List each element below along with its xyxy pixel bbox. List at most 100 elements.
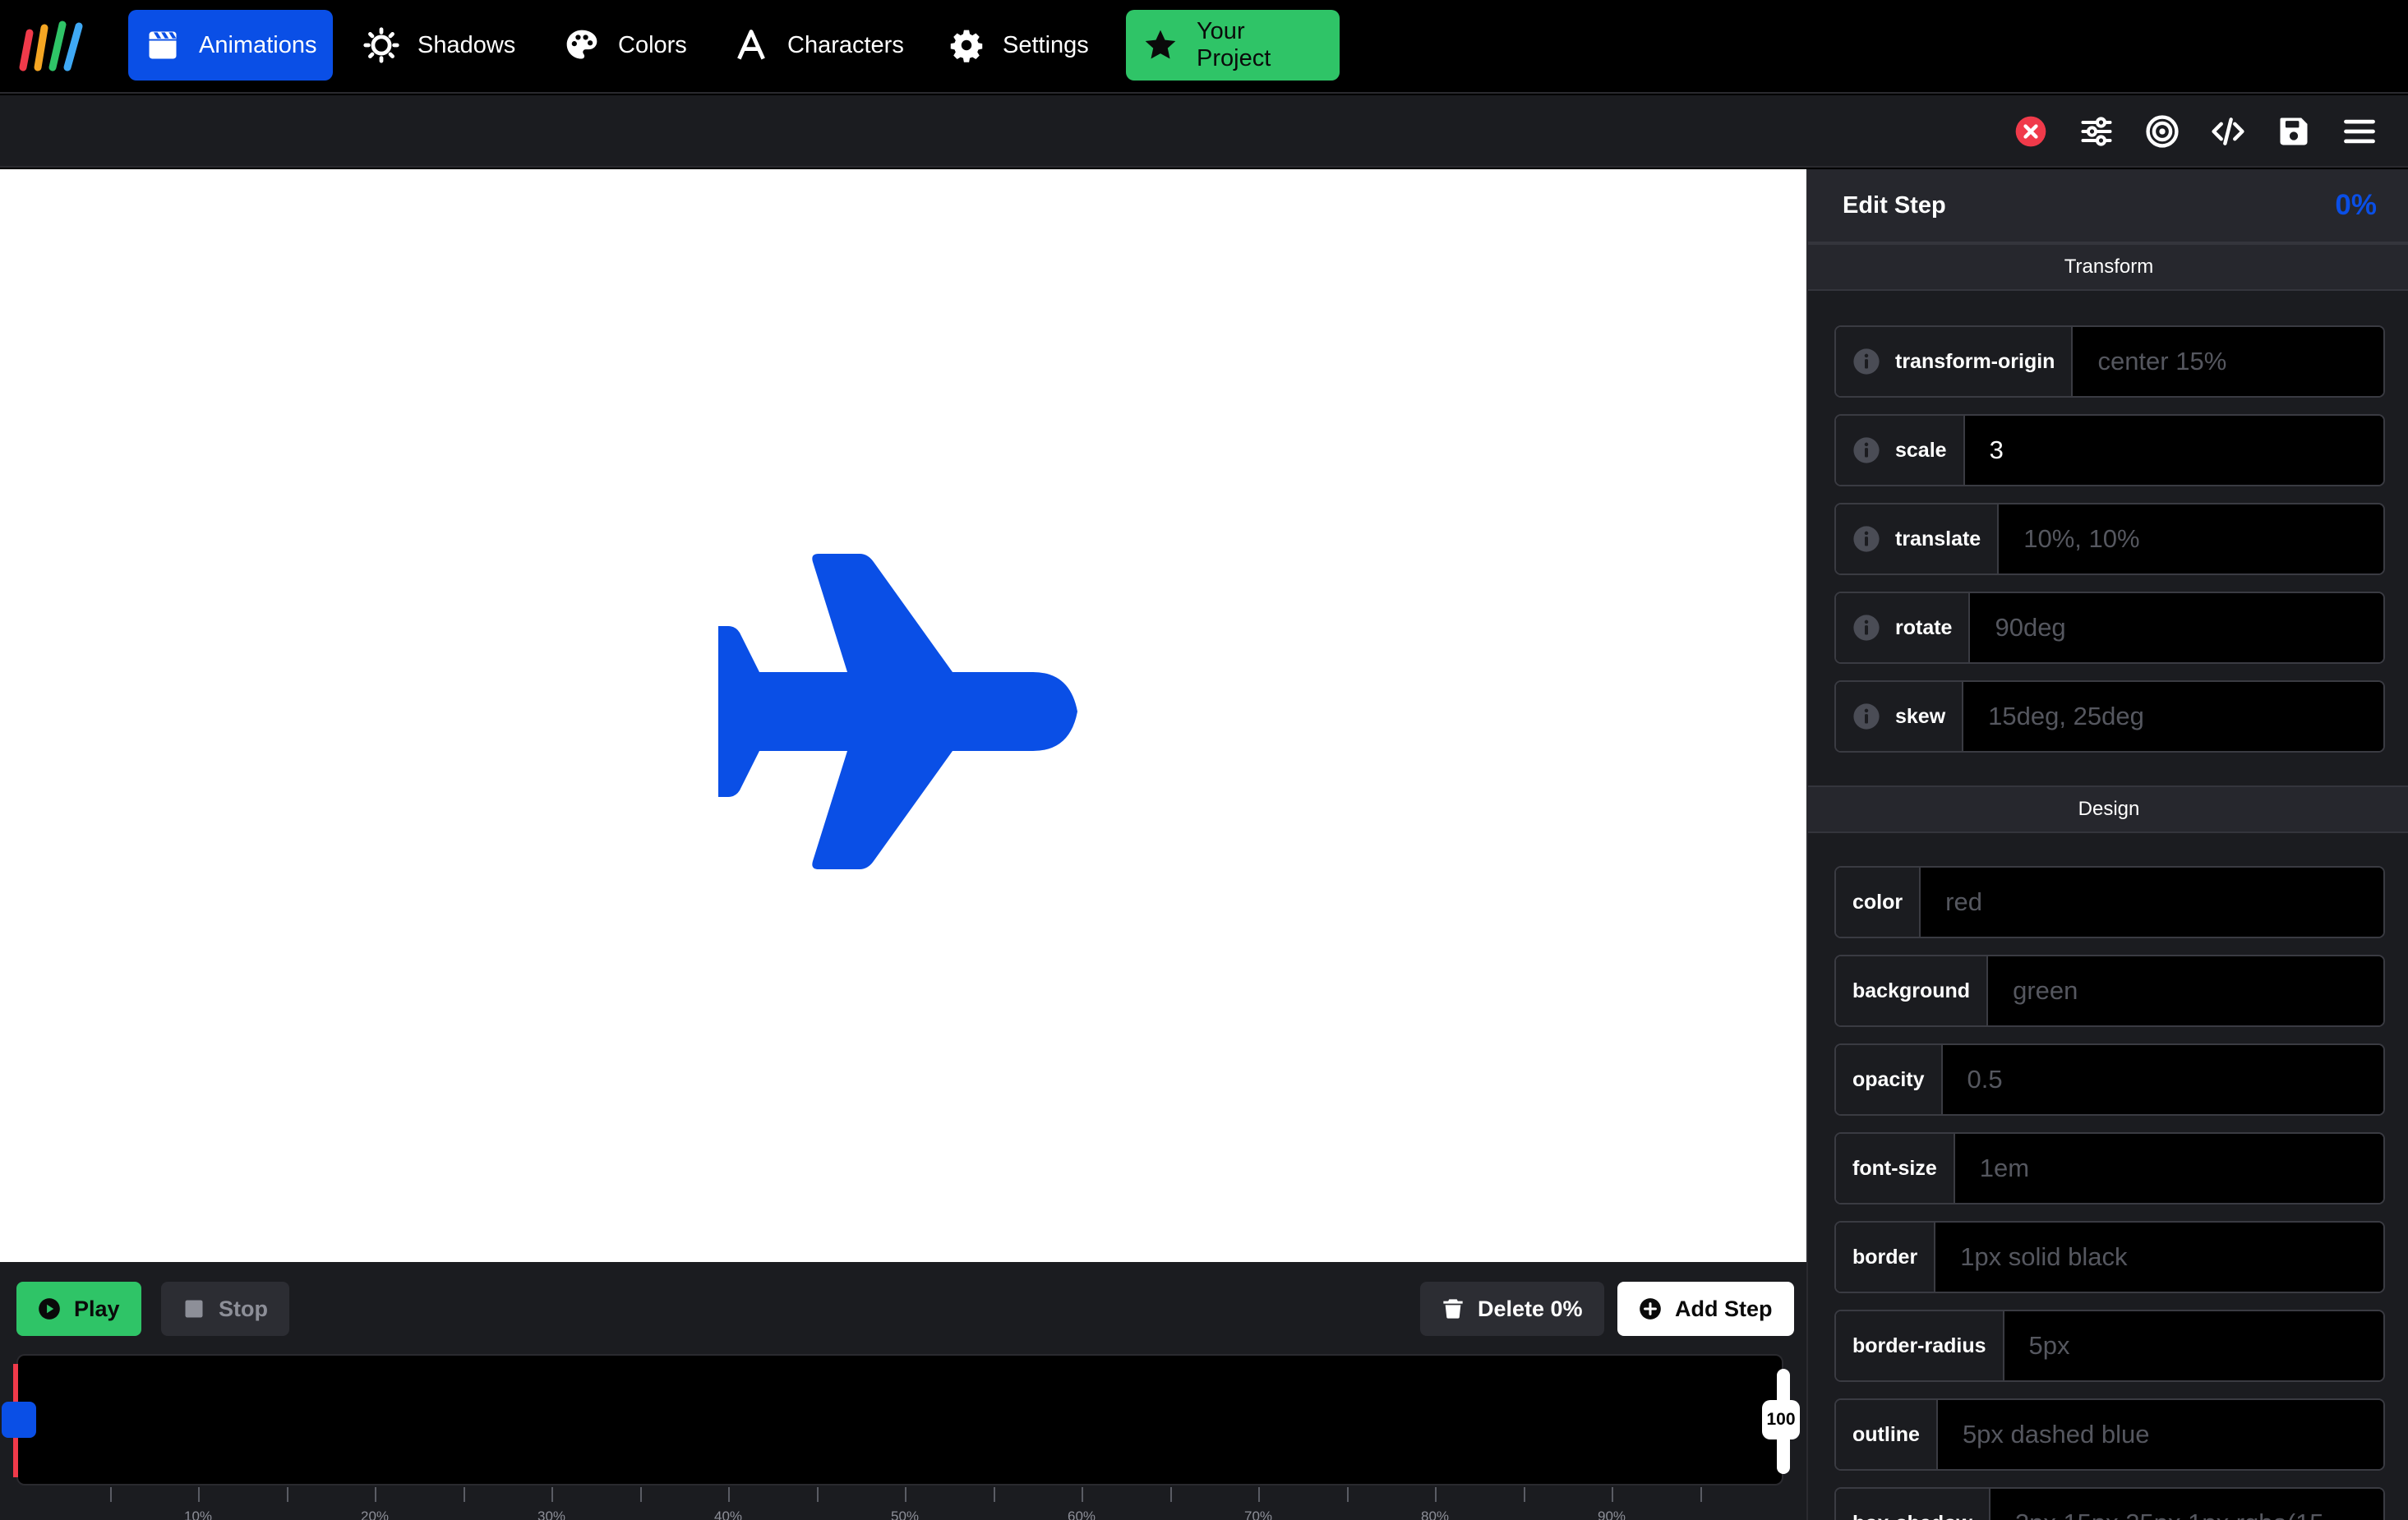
property-input[interactable] bbox=[1999, 504, 2383, 573]
timeline-tick bbox=[1169, 1487, 1172, 1502]
nav-settings[interactable]: Settings bbox=[932, 10, 1105, 81]
timeline-tick-label: 60% bbox=[1067, 1508, 1096, 1520]
property-field: skew bbox=[1834, 680, 2385, 753]
property-label: border-radius bbox=[1836, 1311, 2004, 1380]
add-step-button[interactable]: Add Step bbox=[1617, 1282, 1794, 1336]
trash-icon bbox=[1443, 1299, 1463, 1319]
nav-label: Settings bbox=[1003, 31, 1089, 58]
play-button[interactable]: Play bbox=[16, 1282, 141, 1336]
property-label: scale bbox=[1836, 416, 1965, 485]
property-field: transform-origin bbox=[1834, 325, 2385, 398]
property-name: color bbox=[1852, 890, 1903, 914]
property-input[interactable] bbox=[1942, 1045, 2383, 1114]
property-input[interactable] bbox=[1970, 593, 2383, 662]
sliders-icon bbox=[2081, 117, 2112, 146]
timeline-tick-label: 50% bbox=[890, 1508, 920, 1520]
info-icon[interactable] bbox=[1852, 436, 1880, 464]
property-name: background bbox=[1852, 979, 1971, 1002]
property-input[interactable] bbox=[1954, 1134, 2383, 1203]
property-field: outline bbox=[1834, 1398, 2385, 1471]
play-label: Play bbox=[74, 1296, 120, 1321]
timeline-tick-label: 80% bbox=[1420, 1508, 1450, 1520]
timeline-tick bbox=[993, 1487, 995, 1502]
property-input[interactable] bbox=[1990, 1489, 2383, 1520]
close-button[interactable] bbox=[2010, 111, 2051, 152]
toolbar bbox=[0, 95, 2408, 168]
adjustments-button[interactable] bbox=[2076, 111, 2117, 152]
timeline-tick bbox=[728, 1487, 730, 1502]
property-name: opacity bbox=[1852, 1067, 1925, 1091]
nav-characters[interactable]: Characters bbox=[717, 10, 920, 81]
timeline-tick bbox=[286, 1487, 288, 1502]
timeline-tick bbox=[639, 1487, 642, 1502]
property-field: border bbox=[1834, 1221, 2385, 1293]
plus-circle-icon bbox=[1640, 1298, 1661, 1320]
close-circle-icon bbox=[2015, 116, 2046, 147]
menu-button[interactable] bbox=[2339, 111, 2380, 152]
nav-label: Your Project bbox=[1197, 18, 1271, 71]
stop-button[interactable]: Stop bbox=[161, 1282, 289, 1336]
letter-a-icon bbox=[737, 30, 765, 60]
property-input[interactable] bbox=[2004, 1311, 2383, 1380]
target-button[interactable] bbox=[2142, 111, 2183, 152]
property-name: translate bbox=[1895, 527, 1981, 550]
property-name: skew bbox=[1895, 704, 1946, 728]
design-section-header: Design bbox=[1808, 785, 2408, 833]
timeline-tick-label: 20% bbox=[360, 1508, 390, 1520]
timeline: Play Stop Delete 0% Add Step 100 bbox=[0, 1262, 1806, 1520]
property-input[interactable] bbox=[2073, 327, 2383, 396]
info-icon[interactable] bbox=[1852, 525, 1880, 553]
timeline-tick bbox=[1435, 1487, 1437, 1502]
clapperboard-icon bbox=[149, 31, 177, 59]
save-button[interactable] bbox=[2273, 111, 2314, 152]
info-icon[interactable] bbox=[1852, 614, 1880, 642]
timeline-tick bbox=[905, 1487, 906, 1502]
info-icon[interactable] bbox=[1852, 348, 1880, 375]
info-icon[interactable] bbox=[1852, 702, 1880, 730]
timeline-tick bbox=[463, 1487, 465, 1502]
property-input[interactable] bbox=[1935, 1223, 2383, 1292]
property-input[interactable] bbox=[1964, 416, 2383, 485]
timeline-tick bbox=[109, 1487, 112, 1502]
property-field: font-size bbox=[1834, 1132, 2385, 1204]
timeline-tick-label: 10% bbox=[183, 1508, 213, 1520]
app-logo[interactable] bbox=[13, 16, 89, 76]
nav-label: Characters bbox=[787, 31, 904, 58]
property-label: background bbox=[1836, 956, 1989, 1025]
play-icon bbox=[39, 1298, 60, 1320]
timeline-tick-label: 70% bbox=[1243, 1508, 1273, 1520]
top-nav: Animations Shadows Colors Characters Set… bbox=[0, 0, 2408, 94]
step-marker-handle[interactable] bbox=[2, 1402, 36, 1438]
timeline-tick-label: 40% bbox=[713, 1508, 743, 1520]
property-label: border bbox=[1836, 1223, 1936, 1292]
airplane-icon[interactable] bbox=[718, 554, 1080, 874]
save-icon bbox=[2280, 117, 2308, 145]
property-field: opacity bbox=[1834, 1043, 2385, 1116]
property-input[interactable] bbox=[1937, 1400, 2383, 1469]
delete-step-button[interactable]: Delete 0% bbox=[1420, 1282, 1604, 1336]
timeline-tick bbox=[375, 1487, 376, 1502]
end-step-handle[interactable]: 100 bbox=[1762, 1400, 1800, 1439]
timeline-tick bbox=[198, 1487, 200, 1502]
property-field: scale bbox=[1834, 414, 2385, 486]
stop-label: Stop bbox=[219, 1296, 268, 1321]
property-field: border-radius bbox=[1834, 1310, 2385, 1382]
edit-step-panel: Edit Step 0% Transform transform-origin s… bbox=[1806, 169, 2408, 1520]
your-project-button[interactable]: Your Project bbox=[1126, 10, 1340, 81]
menu-icon bbox=[2344, 119, 2375, 144]
nav-animations[interactable]: Animations bbox=[128, 10, 334, 81]
property-input[interactable] bbox=[1921, 868, 2383, 937]
nav-shadows[interactable]: Shadows bbox=[347, 10, 532, 81]
timeline-tick bbox=[1523, 1487, 1525, 1502]
property-input[interactable] bbox=[1988, 956, 2383, 1025]
property-label: box-shadow bbox=[1836, 1489, 1991, 1520]
nav-colors[interactable]: Colors bbox=[547, 10, 703, 81]
property-field: translate bbox=[1834, 503, 2385, 575]
code-button[interactable] bbox=[2207, 111, 2249, 152]
delete-label: Delete 0% bbox=[1478, 1296, 1583, 1321]
nav-label: Colors bbox=[618, 31, 687, 58]
property-input[interactable] bbox=[1963, 682, 2383, 751]
timeline-track[interactable] bbox=[16, 1354, 1783, 1485]
nav-label: Shadows bbox=[417, 31, 516, 58]
timeline-tick bbox=[1082, 1487, 1083, 1502]
